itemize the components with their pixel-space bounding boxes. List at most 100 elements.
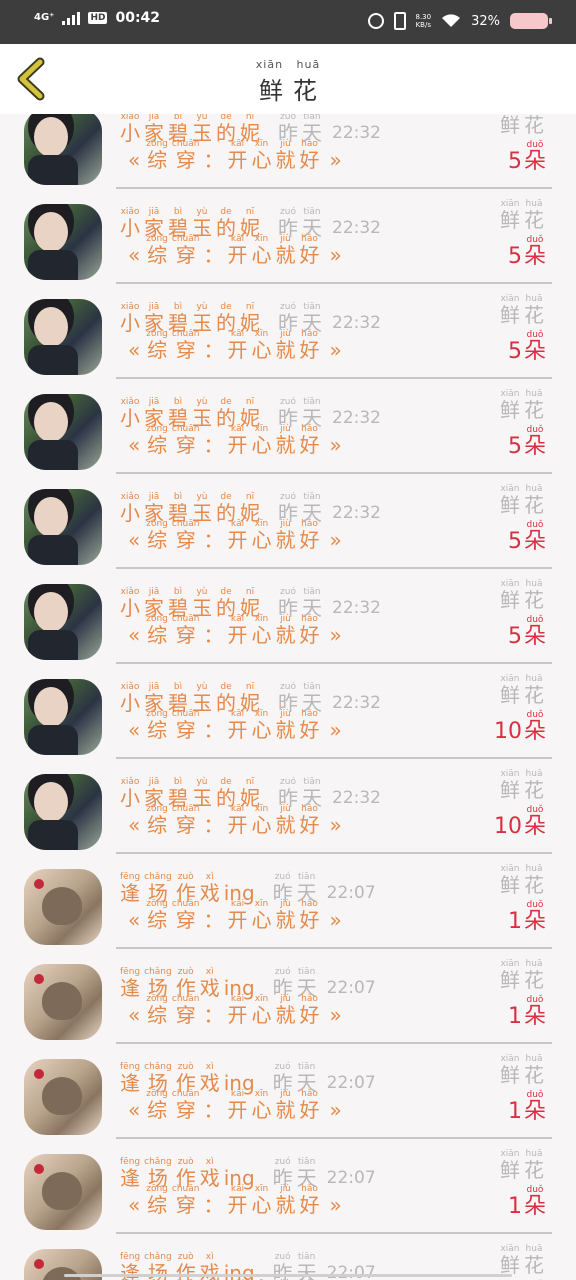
ruby-char: duǒ 朵 <box>523 1185 546 1219</box>
book-title[interactable]: «zōng综chuān穿：kāi开xīn心jiù就hǎo好» <box>122 899 348 933</box>
avatar[interactable] <box>24 869 102 945</box>
book-title[interactable]: «zōng综chuān穿：kāi开xīn心jiù就hǎo好» <box>122 424 348 458</box>
gift-type-label: xiān鲜huā花 <box>500 484 548 516</box>
status-bar: 4G⁺ HD 00:42 8.30 KB/s 32% <box>0 0 576 44</box>
ruby-char: ： <box>203 433 224 457</box>
row-header: fēng 逢 chǎng 场 zuò 作 xì 戏 ing zuó 昨 tiān 天 22:07 <box>120 1244 376 1280</box>
avatar[interactable] <box>24 299 102 375</box>
book-title[interactable]: «zōng综chuān穿：kāi开xīn心jiù就hǎo好» <box>122 1089 348 1123</box>
avatar[interactable] <box>24 679 102 755</box>
book-title[interactable]: «zōng综chuān穿：kāi开xīn心jiù就hǎo好» <box>122 804 348 838</box>
book-title[interactable]: «zōng综chuān穿：kāi开xīn心jiù就hǎo好» <box>122 1184 348 1218</box>
net-speed: 8.30 KB/s <box>415 13 432 29</box>
gift-type-label: xiān鲜huā花 <box>500 864 548 896</box>
avatar[interactable] <box>24 1059 102 1135</box>
ruby-char: hǎo好 <box>299 614 320 647</box>
book-title[interactable]: «zōng综chuān穿：kāi开xīn心jiù就hǎo好» <box>122 139 348 173</box>
gift-type-label: xiān鲜huā花 <box>500 959 548 991</box>
ruby-char: xiān鲜 <box>500 959 520 992</box>
gift-count: 5 duǒ 朵 <box>507 235 546 269</box>
ruby-char: xiān鲜 <box>500 579 520 612</box>
ruby-char: jiù就 <box>275 1089 296 1122</box>
list-item[interactable]: xiǎo 小 jiā 家 bì 碧 yù 玉 de 的 nī 妮 zuó 昨 tiān 天 22:32 «zōng… <box>0 664 576 759</box>
page-title: xiān huā 鲜花 <box>0 58 576 106</box>
ruby-char: chuān穿 <box>171 234 200 267</box>
battery-icon <box>510 13 552 29</box>
ruby-char: xīn心 <box>251 1184 272 1217</box>
book-title[interactable]: «zōng综chuān穿：kāi开xīn心jiù就hǎo好» <box>122 614 348 648</box>
ruby-char: duǒ 朵 <box>523 520 546 554</box>
gift-list[interactable]: xiǎo 小 jiā 家 bì 碧 yù 玉 de 的 nī 妮 zuó 昨 tiān 天 22:32 «zōng… <box>0 114 576 1280</box>
ruby-char: chuān穿 <box>171 519 200 552</box>
vibrate-icon <box>393 12 406 30</box>
ruby-char: jiù就 <box>275 139 296 172</box>
ruby-char: kāi开 <box>227 519 248 552</box>
avatar[interactable] <box>24 774 102 850</box>
gift-count: 1 duǒ 朵 <box>507 1090 546 1124</box>
list-item[interactable]: fēng逢chǎng场zuò作xì戏ingzuó昨tiān天22:07«zōng… <box>0 949 576 1044</box>
ruby-char: xīn心 <box>251 614 272 647</box>
ruby-char: zōng综 <box>146 1089 168 1122</box>
ruby-char: huā花 <box>524 959 544 992</box>
book-title[interactable]: «zōng综chuān穿：kāi开xīn心jiù就hǎo好» <box>122 994 348 1028</box>
gift-type-label: xiān鲜huā花 <box>500 389 548 421</box>
ruby-char: jiù就 <box>275 329 296 362</box>
book-title[interactable]: «zōng综chuān穿：kāi开xīn心jiù就hǎo好» <box>122 709 348 743</box>
avatar[interactable] <box>24 964 102 1040</box>
ruby-char: huā花 <box>524 674 544 707</box>
ruby-char: xīn心 <box>251 804 272 837</box>
list-item[interactable]: xiǎo 小 jiā 家 bì 碧 yù 玉 de 的 nī 妮 zuó 昨 tiān 天 22:32 «zōng… <box>0 759 576 854</box>
avatar[interactable] <box>24 584 102 660</box>
ruby-char: ： <box>203 148 224 172</box>
avatar[interactable] <box>24 114 102 185</box>
row-header: fēng 逢 chǎng 场 zuò 作 xì 戏 ing zuó 昨 tiān 天 22:07 <box>120 1054 376 1094</box>
ruby-char: xīn心 <box>251 139 272 172</box>
ruby-char: kāi开 <box>227 994 248 1027</box>
list-item[interactable]: xiǎo 小 jiā 家 bì 碧 yù 玉 de 的 nī 妮 zuó 昨 tiān 天 22:32 «zōng… <box>0 379 576 474</box>
ruby-char: chuān穿 <box>171 1089 200 1122</box>
wifi-icon <box>442 14 461 27</box>
book-title[interactable]: «zōng综chuān穿：kāi开xīn心jiù就hǎo好» <box>122 234 348 268</box>
ruby-char: zōng综 <box>146 804 168 837</box>
avatar[interactable] <box>24 394 102 470</box>
ruby-char: huā花 <box>524 1054 544 1087</box>
gift-count: 5 duǒ 朵 <box>507 615 546 649</box>
list-item[interactable]: xiǎo 小 jiā 家 bì 碧 yù 玉 de 的 nī 妮 zuó 昨 tiān 天 22:32 «zōng… <box>0 569 576 664</box>
list-item[interactable]: xiǎo 小 jiā 家 bì 碧 yù 玉 de 的 nī 妮 zuó 昨 tiān 天 22:32 «zōng… <box>0 284 576 379</box>
book-title[interactable]: «zōng综chuān穿：kāi开xīn心jiù就hǎo好» <box>122 519 348 553</box>
list-item[interactable]: xiǎo 小 jiā 家 bì 碧 yù 玉 de 的 nī 妮 zuó 昨 tiān 天 22:32 «zōng… <box>0 189 576 284</box>
ruby-char: huā花 <box>524 864 544 897</box>
ruby-char: duǒ 朵 <box>523 900 546 934</box>
list-item[interactable]: xiǎo 小 jiā 家 bì 碧 yù 玉 de 的 nī 妮 zuó 昨 tiān 天 22:32 «zōng… <box>0 114 576 189</box>
ruby-char: hǎo好 <box>299 139 320 172</box>
ruby-char: kāi开 <box>227 329 248 362</box>
ruby-char: duǒ 朵 <box>523 805 546 839</box>
avatar[interactable] <box>24 1154 102 1230</box>
ruby-char: chuān穿 <box>171 899 200 932</box>
ruby-char: chuān穿 <box>171 804 200 837</box>
gift-type-label: xiān鲜huā花 <box>500 769 548 801</box>
gift-type-label: xiān鲜huā花 <box>500 1149 548 1181</box>
book-title[interactable]: «zōng综chuān穿：kāi开xīn心jiù就hǎo好» <box>122 329 348 363</box>
list-item[interactable]: fēng逢chǎng场zuò作xì戏ingzuó昨tiān天22:07«zōng… <box>0 1139 576 1234</box>
row-header: fēng 逢 chǎng 场 zuò 作 xì 戏 ing zuó 昨 tiān 天 22:07 <box>120 1149 376 1189</box>
avatar[interactable] <box>24 204 102 280</box>
list-item[interactable]: xiǎo 小 jiā 家 bì 碧 yù 玉 de 的 nī 妮 zuó 昨 tiān 天 22:32 «zōng… <box>0 474 576 569</box>
row-header: xiǎo 小 jiā 家 bì 碧 yù 玉 de 的 nī 妮 zuó 昨 tiān 天 22:32 <box>120 579 381 619</box>
ruby-char: xiān鲜 <box>500 1244 520 1277</box>
gift-count: 5 duǒ 朵 <box>507 330 546 364</box>
status-left: 4G⁺ HD 00:42 <box>34 10 160 26</box>
avatar[interactable] <box>24 489 102 565</box>
alarm-icon <box>367 13 384 29</box>
gift-count: 5 duǒ 朵 <box>507 520 546 554</box>
status-right: 8.30 KB/s 32% <box>367 12 552 30</box>
ruby-char: kāi开 <box>227 804 248 837</box>
list-item[interactable]: fēng逢chǎng场zuò作xì戏ingzuó昨tiān天22:07«zōng… <box>0 854 576 949</box>
list-item[interactable]: fēng逢chǎng场zuò作xì戏ingzuó昨tiān天22:07«zōng… <box>0 1044 576 1139</box>
ruby-char: kāi开 <box>227 709 248 742</box>
nav-bar: xiān huā 鲜花 <box>0 44 576 114</box>
ruby-char: chuān穿 <box>171 709 200 742</box>
ruby-char: ： <box>203 243 224 267</box>
ruby-char: xīn心 <box>251 709 272 742</box>
ruby-char: kāi开 <box>227 899 248 932</box>
